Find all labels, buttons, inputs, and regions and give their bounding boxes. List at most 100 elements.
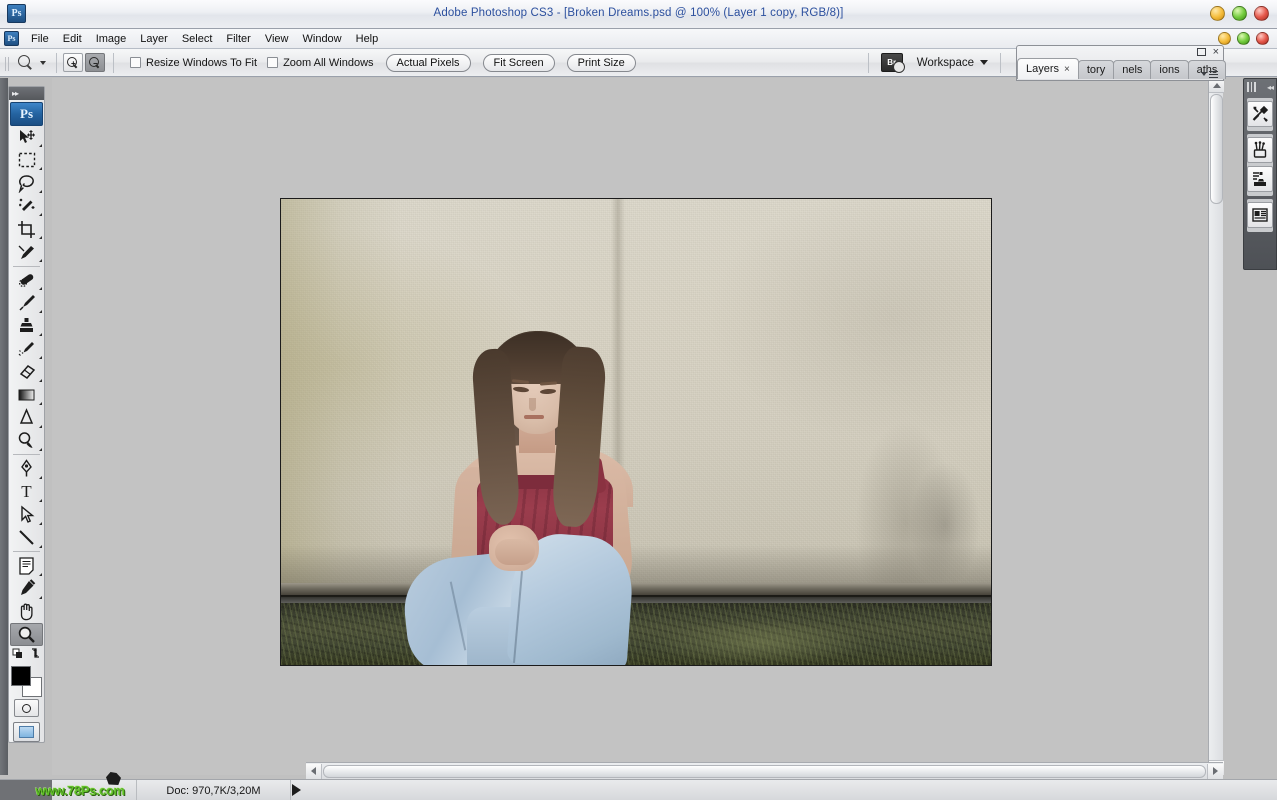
doc-minimize-button[interactable]: [1218, 32, 1231, 45]
menu-filter[interactable]: Filter: [219, 31, 257, 47]
swatch-controls: [10, 646, 43, 661]
eraser-tool[interactable]: [10, 360, 43, 383]
document-size-status[interactable]: Doc: 970,7K/3,20M: [136, 780, 291, 800]
tab-history[interactable]: tory: [1077, 60, 1115, 79]
brush-tool[interactable]: [10, 291, 43, 314]
status-bar: www.78Ps.com Doc: 970,7K/3,20M: [0, 772, 1277, 800]
doc-maximize-button[interactable]: [1237, 32, 1250, 45]
brushes-icon[interactable]: [1247, 137, 1273, 163]
close-button[interactable]: [1254, 6, 1269, 21]
scroll-left-button[interactable]: [306, 763, 322, 779]
history-brush-tool[interactable]: [10, 337, 43, 360]
tool-presets-icon[interactable]: [1247, 101, 1273, 127]
move-tool[interactable]: [10, 126, 43, 149]
menu-help[interactable]: Help: [349, 31, 386, 47]
toolbox-collapse-header[interactable]: ▸▸: [9, 87, 44, 101]
marquee-tool[interactable]: [10, 149, 43, 172]
panel-menu-button[interactable]: [1201, 70, 1218, 78]
double-chevron-left-icon[interactable]: ◂◂: [1267, 83, 1274, 92]
dock-group-comps: [1247, 199, 1273, 232]
resize-windows-to-fit-checkbox[interactable]: Resize Windows To Fit: [130, 57, 257, 69]
zoom-tool[interactable]: [10, 623, 43, 647]
notes-tool[interactable]: [10, 554, 43, 577]
menu-view[interactable]: View: [258, 31, 296, 47]
layer-comps-icon[interactable]: [1247, 202, 1273, 228]
divider: [13, 454, 40, 456]
vertical-scroll-thumb[interactable]: [1210, 94, 1223, 204]
tab-close-icon[interactable]: ×: [1064, 64, 1070, 75]
title-bar: Ps Adobe Photoshop CS3 - [Broken Dreams.…: [0, 0, 1277, 29]
panel-restore-icon[interactable]: [1197, 48, 1206, 56]
pen-tool[interactable]: [10, 457, 43, 480]
scroll-right-button[interactable]: [1207, 763, 1223, 779]
tab-channels[interactable]: nels: [1113, 60, 1152, 79]
dock-header[interactable]: ◂◂: [1244, 79, 1276, 95]
nose: [529, 398, 536, 411]
divider: [13, 551, 40, 553]
hand-tool[interactable]: [10, 600, 43, 623]
tab-layers[interactable]: Layers ×: [1017, 58, 1079, 79]
doc-close-button[interactable]: [1256, 32, 1269, 45]
quick-mask-icon: [22, 703, 31, 713]
print-size-button[interactable]: Print Size: [566, 53, 636, 72]
zoom-in-button[interactable]: +: [63, 53, 83, 72]
menu-edit[interactable]: Edit: [56, 31, 89, 47]
chevron-left-icon: [311, 767, 316, 775]
magic-wand-tool[interactable]: [10, 195, 43, 218]
lasso-tool[interactable]: [10, 172, 43, 195]
panel-close-icon[interactable]: ×: [1213, 47, 1219, 58]
color-swatches[interactable]: [10, 665, 43, 697]
blur-tool[interactable]: [10, 406, 43, 429]
menu-select[interactable]: Select: [175, 31, 220, 47]
eyedropper-tool[interactable]: [10, 577, 43, 600]
canvas-horizontal-scrollbar[interactable]: [306, 762, 1223, 779]
divider: [113, 52, 114, 73]
screen-mode-icon: [19, 725, 34, 738]
status-expand-arrow-icon[interactable]: [292, 784, 301, 796]
checkbox-box[interactable]: [130, 57, 141, 68]
document-canvas-area[interactable]: [52, 78, 1224, 775]
canvas-vertical-scrollbar[interactable]: [1208, 78, 1224, 775]
menu-app-icon[interactable]: Ps: [4, 31, 19, 46]
fit-screen-button[interactable]: Fit Screen: [482, 53, 555, 72]
options-bar-grip[interactable]: [3, 51, 11, 74]
menu-layer[interactable]: Layer: [133, 31, 175, 47]
path-selection-tool[interactable]: [10, 503, 43, 526]
current-tool-indicator[interactable]: [13, 54, 50, 71]
window-title: Adobe Photoshop CS3 - [Broken Dreams.psd…: [433, 7, 844, 19]
chevron-down-icon: [980, 60, 988, 65]
quick-mask-toggle[interactable]: [14, 699, 39, 717]
clone-source-icon[interactable]: [1247, 166, 1273, 192]
horizontal-scroll-thumb[interactable]: [323, 764, 1206, 778]
crop-tool[interactable]: [10, 218, 43, 241]
zoom-all-windows-label: Zoom All Windows: [283, 56, 374, 69]
tool-preset-chevron-down-icon[interactable]: [40, 60, 46, 65]
layers-panel[interactable]: × Layers × tory nels ions aths: [1016, 45, 1227, 81]
healing-brush-tool[interactable]: [10, 268, 43, 291]
toolbox-app-badge[interactable]: Ps: [10, 102, 43, 126]
slice-tool[interactable]: [10, 241, 43, 264]
workspace-button[interactable]: Workspace: [917, 57, 988, 69]
line-tool[interactable]: [10, 526, 43, 549]
actual-pixels-button[interactable]: Actual Pixels: [385, 53, 471, 72]
dock-group-tools: [1247, 98, 1273, 131]
foreground-color-swatch[interactable]: [11, 665, 31, 686]
clone-stamp-tool[interactable]: [10, 314, 43, 337]
minimize-button[interactable]: [1210, 6, 1225, 21]
tab-actions[interactable]: ions: [1150, 60, 1189, 79]
maximize-button[interactable]: [1232, 6, 1247, 21]
type-tool[interactable]: T: [10, 480, 43, 503]
menu-image[interactable]: Image: [89, 31, 134, 47]
menu-file[interactable]: File: [24, 31, 56, 47]
screen-mode-button[interactable]: [13, 721, 40, 742]
workspace-left-edge: [0, 78, 8, 775]
menu-window[interactable]: Window: [296, 31, 349, 47]
resize-windows-to-fit-label: Resize Windows To Fit: [146, 56, 258, 69]
zoom-out-button[interactable]: −: [85, 53, 105, 72]
document-image[interactable]: [280, 198, 992, 666]
checkbox-box[interactable]: [267, 57, 279, 68]
zoom-all-windows-checkbox[interactable]: Zoom All Windows: [267, 56, 374, 69]
bridge-icon[interactable]: Br: [880, 53, 905, 73]
dodge-tool[interactable]: [10, 429, 43, 452]
gradient-tool[interactable]: [10, 383, 43, 406]
